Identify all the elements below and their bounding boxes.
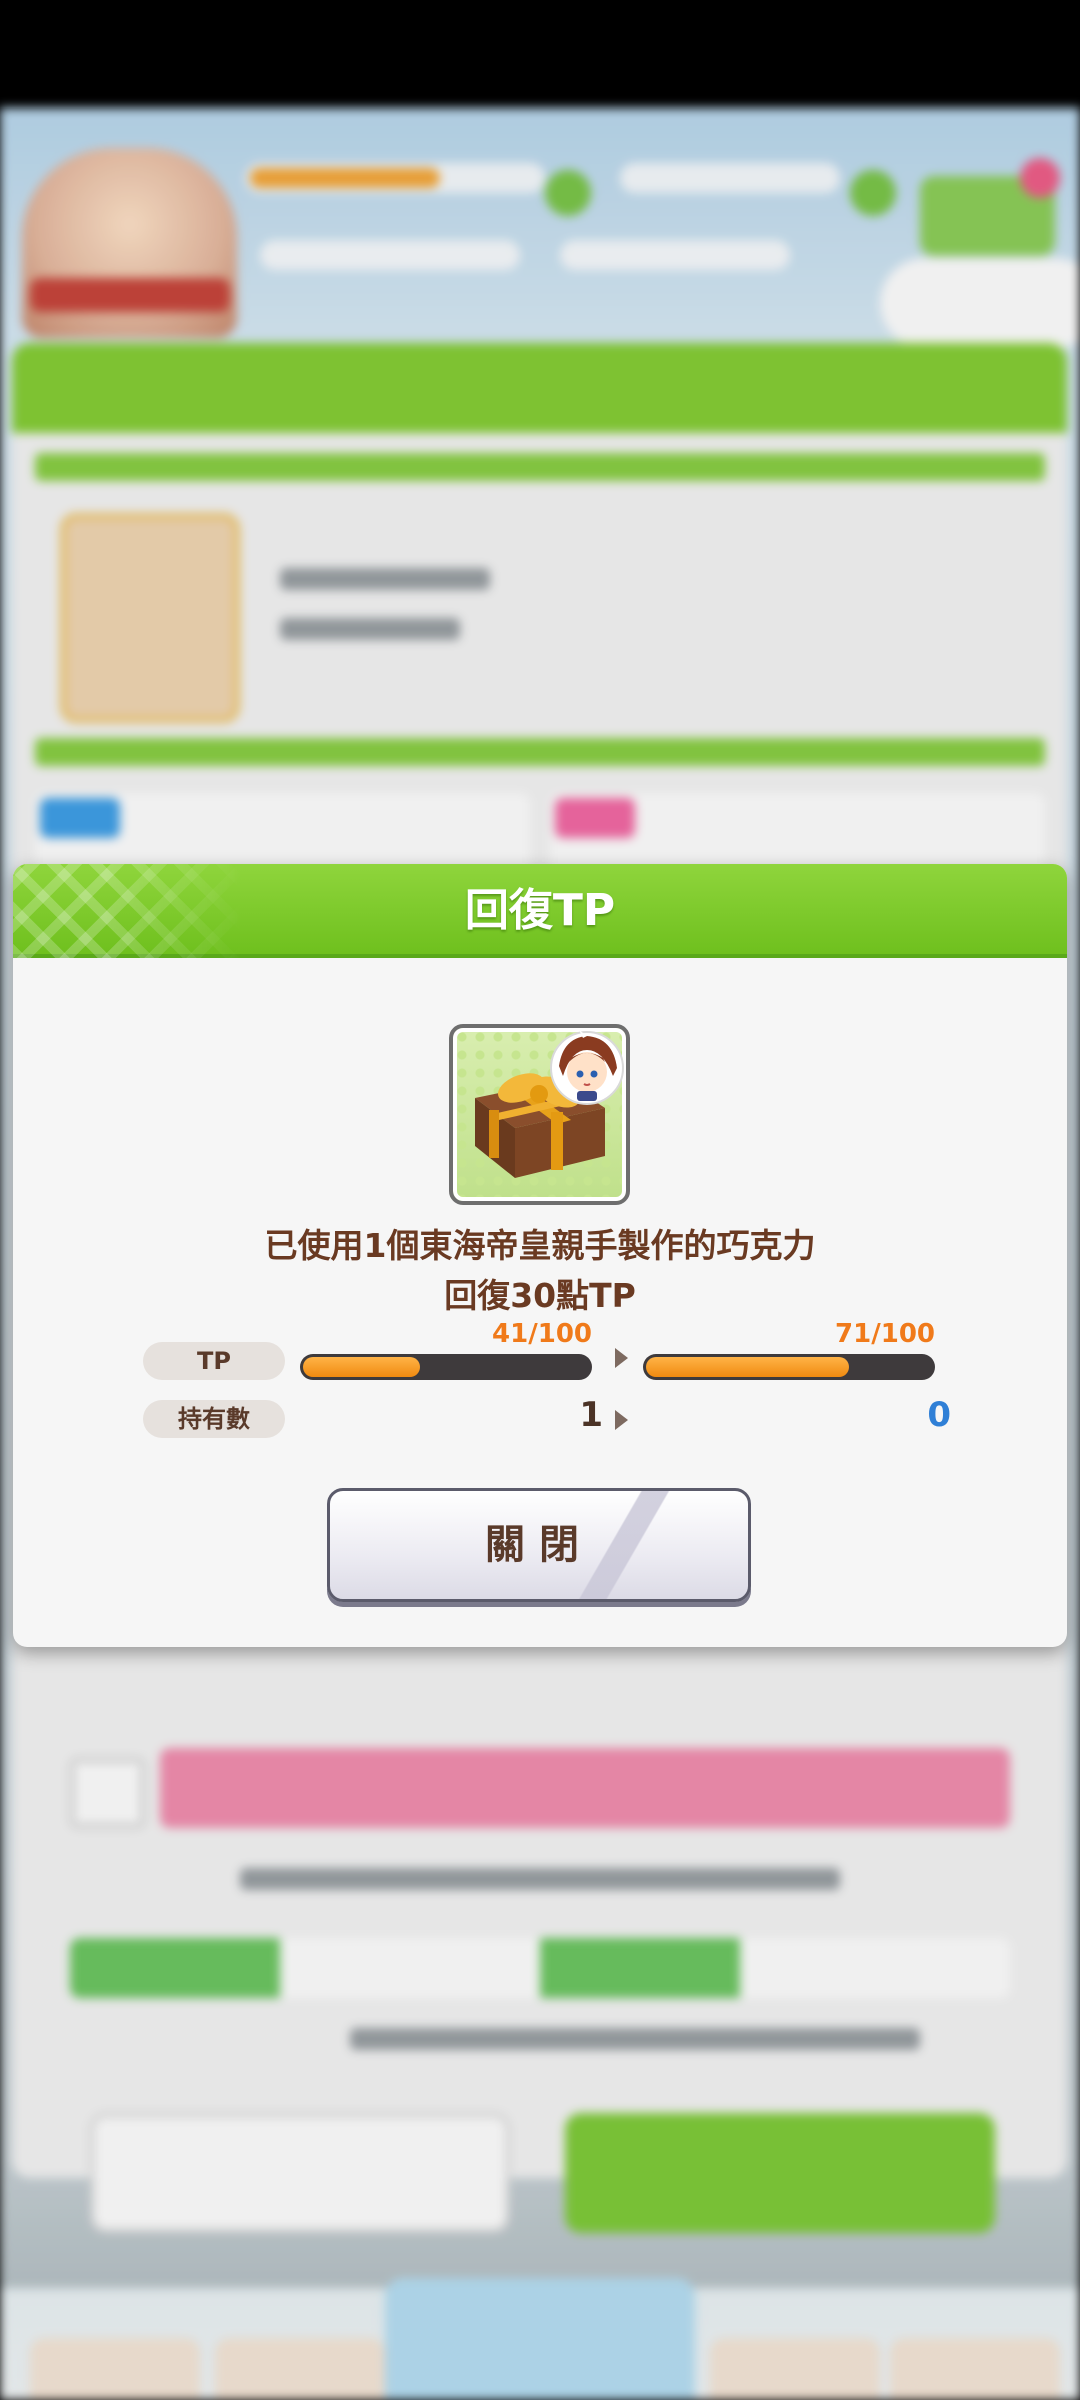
tp-after-bar xyxy=(643,1354,935,1380)
message-line-1: 已使用1個東海帝皇親手製作的巧克力 xyxy=(264,1226,816,1265)
tp-label: TP xyxy=(143,1342,285,1380)
arrow-right-icon xyxy=(615,1348,628,1368)
arrow-right-icon xyxy=(615,1410,628,1430)
tp-after-value: 71/100 xyxy=(835,1319,935,1349)
recover-tp-dialog: 回復TP 已使用1個東海帝皇親手製作的巧克力 回復30點TP TP 41/100… xyxy=(13,864,1067,1647)
owned-count-before: 1 xyxy=(579,1395,603,1435)
tp-before-bar xyxy=(300,1354,592,1380)
tp-before-bar-fill xyxy=(303,1357,420,1377)
tp-after-bar-fill xyxy=(646,1357,849,1377)
owned-count-label: 持有數 xyxy=(143,1400,285,1438)
owned-count-after: 0 xyxy=(927,1395,951,1435)
close-button-label: 關閉 xyxy=(485,1522,593,1568)
tp-before-value: 41/100 xyxy=(492,1319,592,1349)
dialog-title: 回復TP xyxy=(464,885,616,936)
close-button[interactable]: 關閉 xyxy=(327,1488,751,1602)
dialog-header: 回復TP xyxy=(13,864,1067,958)
chocolate-gift-icon xyxy=(449,1024,630,1205)
message-line-2: 回復30點TP xyxy=(444,1276,636,1315)
